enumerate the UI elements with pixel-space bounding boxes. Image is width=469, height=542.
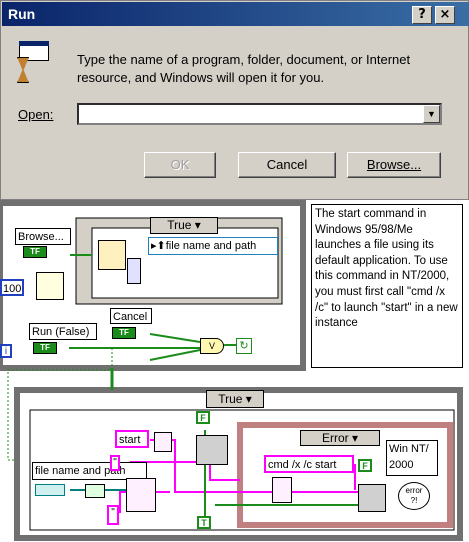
open-label: Open:	[18, 107, 54, 122]
browse-control-label: Browse...	[15, 228, 71, 245]
run-control-label: Run (False)	[29, 323, 97, 340]
wait-ms-constant[interactable]: 100	[0, 279, 24, 296]
concat-strings-icon	[154, 432, 172, 452]
error-dialog-icon: error ?!	[398, 482, 430, 510]
open-combobox[interactable]: ▼	[77, 103, 442, 125]
case-selector-1-label: True	[167, 218, 192, 232]
run-program-icon	[13, 41, 53, 85]
browse-bool-terminal[interactable]: TF	[23, 246, 47, 258]
true-constant[interactable]: T	[197, 516, 211, 529]
false-constant[interactable]: F	[196, 411, 210, 424]
dialog-description: Type the name of a program, folder, docu…	[77, 52, 411, 85]
concat-strings-icon-2	[126, 478, 156, 512]
file-dialog-connector	[127, 258, 141, 284]
metronome-icon	[36, 272, 64, 300]
concat-strings-icon-3	[272, 477, 292, 503]
false-constant-2[interactable]: F	[358, 459, 372, 472]
case-selector-1[interactable]: True ▾	[150, 217, 218, 234]
case-selector-2[interactable]: True ▾	[206, 390, 264, 408]
system-exec-icon	[196, 435, 228, 465]
dropdown-arrow-icon[interactable]: ▼	[423, 105, 440, 123]
path-terminal-icon	[35, 484, 65, 496]
error-case-selector[interactable]: Error ▾	[300, 430, 380, 446]
winnt-comment: Win NT/ 2000	[386, 440, 438, 476]
quote-constant-2[interactable]: "	[107, 505, 119, 525]
ok-button[interactable]: OK	[144, 152, 216, 178]
or-gate-icon: V	[200, 338, 224, 354]
cancel-control-label: Cancel	[110, 308, 152, 324]
dialog-title: Run	[8, 6, 36, 22]
file-dialog-icon[interactable]	[98, 240, 126, 270]
cmd-string-constant[interactable]: cmd /x /c start	[264, 455, 354, 473]
error-case-label: Error	[321, 431, 349, 445]
run-bool-terminal[interactable]: TF	[33, 342, 57, 354]
title-bar[interactable]: Run ? ×	[2, 2, 469, 26]
help-button[interactable]: ?	[412, 6, 432, 24]
fp-arrow-icon: ▸⬆	[151, 240, 166, 252]
start-string-constant[interactable]: start	[115, 430, 149, 448]
case-selector-2-label: True	[218, 392, 243, 406]
loop-iteration-terminal: i	[0, 344, 12, 358]
loop-condition-icon[interactable]: ↻	[236, 338, 252, 354]
quote-constant-1[interactable]: "	[110, 455, 120, 471]
path-to-string-icon	[85, 484, 105, 498]
system-exec-icon-2	[358, 484, 386, 512]
run-dialog: Run ? × Type the name of a program, fold…	[0, 0, 469, 200]
fp-label: file name and path	[165, 240, 257, 252]
file-path-indicator: ▸⬆file name and path	[148, 237, 278, 255]
close-button[interactable]: ×	[435, 6, 455, 24]
comment-note: The start command in Windows 95/98/Me la…	[311, 204, 463, 368]
cancel-button[interactable]: Cancel	[238, 152, 336, 178]
cancel-bool-terminal[interactable]: TF	[112, 327, 136, 339]
browse-button[interactable]: Browse...	[347, 152, 441, 178]
